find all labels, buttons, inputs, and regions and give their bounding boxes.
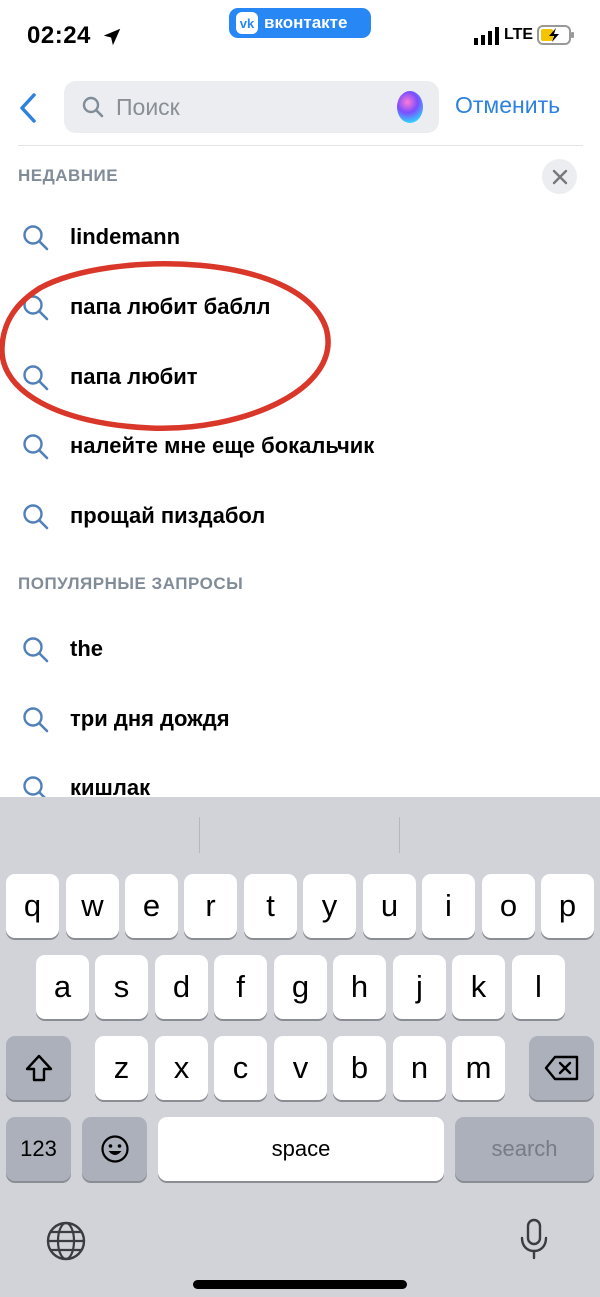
key-z[interactable]: z [95, 1036, 148, 1100]
search-key[interactable]: search [455, 1117, 594, 1181]
key-f[interactable]: f [214, 955, 267, 1019]
vk-logo-icon: vk [236, 12, 258, 34]
key-r[interactable]: r [184, 874, 237, 938]
recent-item[interactable]: налейте мне еще бокальчик [0, 416, 600, 476]
back-button[interactable] [10, 88, 46, 128]
popular-item-label: три дня дождя [70, 706, 230, 731]
backspace-icon [544, 1055, 578, 1081]
key-c[interactable]: c [214, 1036, 267, 1100]
recent-item[interactable]: lindemann [0, 207, 600, 267]
popular-item[interactable]: the [0, 619, 600, 679]
shift-key[interactable] [6, 1036, 71, 1100]
key-u[interactable]: u [363, 874, 416, 938]
network-type: LTE [504, 26, 534, 43]
recent-item-label: lindemann [70, 224, 181, 249]
location-arrow-icon [103, 28, 121, 46]
key-a[interactable]: a [36, 955, 89, 1019]
microphone-icon[interactable] [512, 1217, 556, 1261]
key-g[interactable]: g [274, 955, 327, 1019]
key-t[interactable]: t [244, 874, 297, 938]
vk-app-pill[interactable]: vk вконтакте [229, 8, 371, 38]
key-o[interactable]: o [482, 874, 535, 938]
key-w[interactable]: w [66, 874, 119, 938]
voice-assistant-icon[interactable] [397, 91, 423, 123]
key-b[interactable]: b [333, 1036, 386, 1100]
key-d[interactable]: d [155, 955, 208, 1019]
search-icon [23, 365, 49, 391]
status-time: 02:24 [27, 22, 91, 49]
search-box[interactable] [64, 81, 439, 133]
key-q[interactable]: q [6, 874, 59, 938]
recent-section-title: НЕДАВНИЕ [18, 166, 119, 185]
key-y[interactable]: y [303, 874, 356, 938]
chevron-left-icon [20, 93, 36, 123]
key-l[interactable]: l [512, 955, 565, 1019]
search-icon [23, 295, 49, 321]
recent-item[interactable]: папа любит [0, 347, 600, 407]
recent-item[interactable]: папа любит баблл [0, 277, 600, 337]
predictive-bar [0, 797, 600, 869]
search-input[interactable] [116, 81, 386, 133]
globe-icon[interactable] [44, 1219, 88, 1263]
search-icon [23, 225, 49, 251]
emoji-icon [100, 1135, 129, 1163]
space-key[interactable]: space [158, 1117, 444, 1181]
search-icon [23, 637, 49, 663]
close-icon [552, 169, 567, 184]
recent-item-label: папа любит [70, 364, 198, 389]
emoji-key[interactable] [82, 1117, 147, 1181]
recent-item[interactable]: прощай пиздабол [0, 486, 600, 546]
predictive-divider [399, 817, 400, 853]
key-j[interactable]: j [393, 955, 446, 1019]
vk-app-name: вконтакте [264, 13, 348, 32]
key-e[interactable]: e [125, 874, 178, 938]
key-x[interactable]: x [155, 1036, 208, 1100]
status-bar: 02:24 vk вконтакте LTE [0, 0, 600, 72]
recent-item-label: прощай пиздабол [70, 503, 266, 528]
search-icon [23, 434, 49, 460]
search-icon [23, 504, 49, 530]
key-k[interactable]: k [452, 955, 505, 1019]
predictive-divider [199, 817, 200, 853]
key-m[interactable]: m [452, 1036, 505, 1100]
popular-section-title: ПОПУЛЯРНЫЕ ЗАПРОСЫ [18, 574, 244, 593]
search-icon [23, 707, 49, 733]
header-divider [18, 145, 583, 146]
signal-icon [474, 27, 499, 45]
key-p[interactable]: p [541, 874, 594, 938]
key-i[interactable]: i [422, 874, 475, 938]
search-icon [82, 96, 104, 118]
key-s[interactable]: s [95, 955, 148, 1019]
numbers-key[interactable]: 123 [6, 1117, 71, 1181]
shift-arrow-icon [25, 1054, 52, 1082]
key-h[interactable]: h [333, 955, 386, 1019]
home-indicator[interactable] [193, 1280, 407, 1289]
popular-item[interactable]: три дня дождя [0, 689, 600, 749]
popular-item-label: the [70, 636, 103, 661]
keyboard: q w e r t y u i o p a s d f g h j k l z … [0, 797, 600, 1297]
battery-charging-icon [537, 25, 574, 45]
key-v[interactable]: v [274, 1036, 327, 1100]
recent-item-label: налейте мне еще бокальчик [70, 433, 375, 458]
clear-recent-button[interactable] [542, 159, 577, 194]
key-n[interactable]: n [393, 1036, 446, 1100]
cancel-button[interactable]: Отменить [455, 92, 560, 119]
backspace-key[interactable] [529, 1036, 594, 1100]
recent-item-label: папа любит баблл [70, 294, 271, 319]
